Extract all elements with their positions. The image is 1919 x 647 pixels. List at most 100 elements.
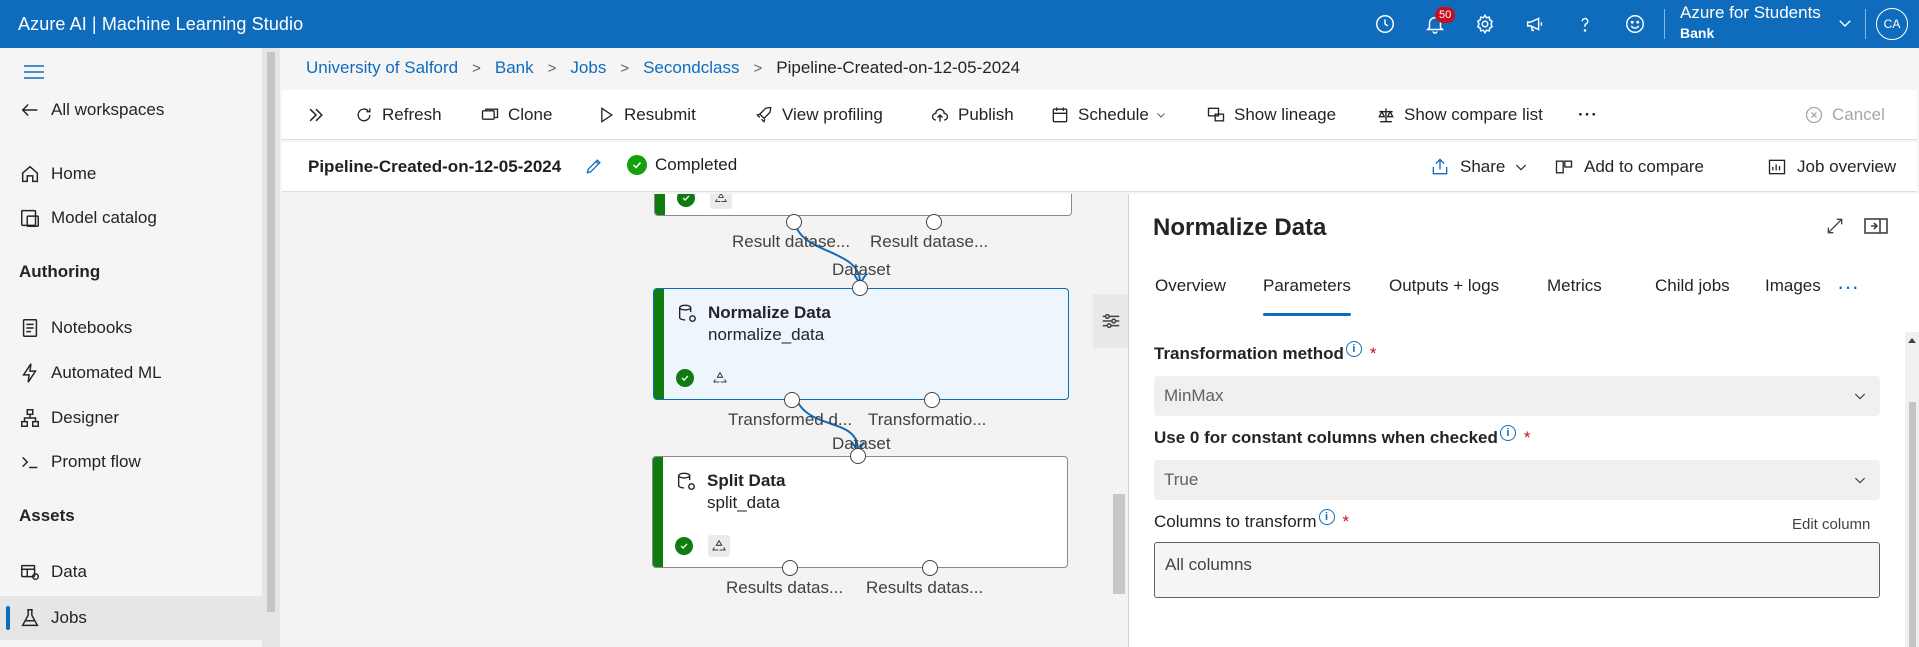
nav-data[interactable]: Data bbox=[19, 558, 87, 586]
node-subtitle: normalize_data bbox=[708, 325, 825, 344]
nav-all-workspaces[interactable]: All workspaces bbox=[19, 96, 164, 124]
output-port[interactable] bbox=[922, 560, 938, 576]
dock-panel-icon[interactable] bbox=[1863, 216, 1889, 236]
node-title: Normalize Data bbox=[708, 303, 831, 322]
play-icon bbox=[601, 107, 614, 123]
history-icon[interactable] bbox=[1360, 0, 1410, 48]
edit-column-link[interactable]: Edit column bbox=[1792, 516, 1870, 533]
pipeline-canvas[interactable]: Result datase... Result datase... Datase… bbox=[280, 194, 1128, 647]
nav-label: Prompt flow bbox=[51, 452, 141, 471]
help-icon[interactable] bbox=[1560, 0, 1610, 48]
breadcrumb-workspace[interactable]: Bank bbox=[495, 58, 534, 78]
refresh-label: Refresh bbox=[382, 105, 442, 124]
tab-label: Outputs + logs bbox=[1389, 276, 1500, 295]
parameters-form: Transformation method i * MinMax Use 0 f… bbox=[1129, 332, 1919, 647]
resubmit-button[interactable]: Resubmit bbox=[596, 90, 696, 140]
nav-scrollbar-thumb[interactable] bbox=[267, 52, 275, 612]
tab-label: Parameters bbox=[1263, 276, 1351, 295]
more-actions-button[interactable]: ··· bbox=[1578, 90, 1598, 140]
avatar[interactable]: CA bbox=[1876, 8, 1908, 40]
breadcrumb: University of Salford > Bank > Jobs > Se… bbox=[306, 58, 1020, 78]
canvas-scrollbar-thumb[interactable] bbox=[1113, 494, 1125, 594]
clone-button[interactable]: Clone bbox=[480, 90, 552, 140]
view-profiling-button[interactable]: View profiling bbox=[754, 90, 883, 140]
pencil-icon[interactable] bbox=[584, 156, 604, 176]
nav-jobs[interactable]: Jobs bbox=[19, 604, 87, 632]
account-name: Azure for Students bbox=[1680, 3, 1821, 22]
output-port[interactable] bbox=[924, 392, 940, 408]
node-status-strip bbox=[653, 457, 663, 567]
scroll-up-arrow-icon[interactable] bbox=[1907, 336, 1917, 344]
share-button[interactable]: Share bbox=[1430, 142, 1539, 192]
success-check-icon bbox=[627, 155, 647, 175]
input-port[interactable] bbox=[850, 448, 866, 464]
app-title[interactable]: Azure AI | Machine Learning Studio bbox=[18, 14, 303, 35]
info-icon[interactable]: i bbox=[1499, 425, 1516, 441]
publish-button[interactable]: Publish bbox=[930, 90, 1014, 140]
notifications-button[interactable]: 50 bbox=[1410, 0, 1460, 48]
tab-parameters[interactable]: Parameters bbox=[1263, 276, 1351, 316]
form-scrollbar[interactable] bbox=[1905, 332, 1919, 647]
tab-outputs-logs[interactable]: Outputs + logs bbox=[1389, 276, 1499, 316]
schedule-button[interactable]: Schedule bbox=[1050, 90, 1175, 140]
show-compare-list-button[interactable]: Show compare list bbox=[1376, 90, 1543, 140]
breadcrumb-experiment[interactable]: Secondclass bbox=[643, 58, 739, 78]
output-port[interactable] bbox=[786, 214, 802, 230]
expand-icon[interactable] bbox=[1825, 216, 1845, 236]
breadcrumb-workspace-org[interactable]: University of Salford bbox=[306, 58, 458, 78]
nav-automated-ml[interactable]: Automated ML bbox=[19, 359, 162, 387]
nav-scrollbar[interactable] bbox=[262, 48, 280, 647]
form-scrollbar-thumb[interactable] bbox=[1909, 402, 1916, 647]
tab-metrics[interactable]: Metrics bbox=[1547, 276, 1602, 316]
nav-notebooks[interactable]: Notebooks bbox=[19, 314, 132, 342]
feedback-smiley-icon[interactable] bbox=[1610, 0, 1660, 48]
megaphone-icon[interactable] bbox=[1510, 0, 1560, 48]
tab-overview[interactable]: Overview bbox=[1155, 276, 1226, 316]
cancel-button[interactable]: Cancel bbox=[1804, 90, 1885, 140]
job-overview-button[interactable]: Job overview bbox=[1767, 142, 1896, 192]
success-check-icon bbox=[676, 369, 694, 387]
canvas-settings-button[interactable] bbox=[1093, 294, 1128, 348]
breadcrumb-jobs[interactable]: Jobs bbox=[570, 58, 606, 78]
hamburger-menu-icon[interactable] bbox=[22, 62, 46, 82]
refresh-icon bbox=[357, 108, 371, 122]
columns-to-transform-field[interactable]: All columns bbox=[1154, 542, 1880, 598]
job-header: Pipeline-Created-on-12-05-2024 Completed… bbox=[282, 142, 1917, 192]
scale-icon bbox=[1378, 108, 1394, 123]
nav-prompt-flow[interactable]: Prompt flow bbox=[19, 448, 141, 476]
pipeline-node-normalize-data[interactable]: Normalize Data normalize_data bbox=[653, 288, 1069, 400]
pipeline-node-previous[interactable] bbox=[654, 194, 1072, 216]
transformation-method-select[interactable]: MinMax bbox=[1154, 376, 1880, 416]
top-divider bbox=[1664, 9, 1665, 39]
info-icon[interactable]: i bbox=[1345, 341, 1362, 357]
home-icon bbox=[21, 165, 39, 183]
cancel-label: Cancel bbox=[1832, 105, 1885, 124]
output-port[interactable] bbox=[782, 560, 798, 576]
output-port[interactable] bbox=[784, 392, 800, 408]
constant-columns-select[interactable]: True bbox=[1154, 460, 1880, 500]
share-label: Share bbox=[1460, 157, 1506, 176]
nav-designer[interactable]: Designer bbox=[19, 404, 119, 432]
field-label-text: Transformation method bbox=[1154, 344, 1344, 363]
tab-child-jobs[interactable]: Child jobs bbox=[1655, 276, 1730, 316]
tab-label: Overview bbox=[1155, 276, 1226, 295]
output-port[interactable] bbox=[926, 214, 942, 230]
input-port[interactable] bbox=[852, 280, 868, 296]
success-check-icon bbox=[677, 194, 695, 207]
show-lineage-button[interactable]: Show lineage bbox=[1206, 90, 1336, 140]
info-icon[interactable]: i bbox=[1318, 509, 1335, 525]
refresh-button[interactable]: Refresh bbox=[354, 90, 442, 140]
tabs-more-button[interactable]: ··· bbox=[1837, 274, 1859, 300]
add-to-compare-button[interactable]: Add to compare bbox=[1554, 142, 1704, 192]
resubmit-label: Resubmit bbox=[624, 105, 696, 124]
account-switcher[interactable]: Azure for Students Bank bbox=[1680, 2, 1821, 42]
chevron-down-icon[interactable] bbox=[1836, 14, 1854, 32]
pipeline-node-split-data[interactable]: Split Data split_data bbox=[652, 456, 1068, 568]
nav-model-catalog[interactable]: Model catalog bbox=[19, 204, 157, 232]
tab-images[interactable]: Images bbox=[1765, 276, 1821, 316]
nav-label: All workspaces bbox=[51, 100, 165, 119]
gear-icon[interactable] bbox=[1460, 0, 1510, 48]
expand-panel-button[interactable] bbox=[306, 90, 334, 140]
recycle-icon bbox=[709, 367, 731, 389]
nav-home[interactable]: Home bbox=[19, 160, 96, 188]
